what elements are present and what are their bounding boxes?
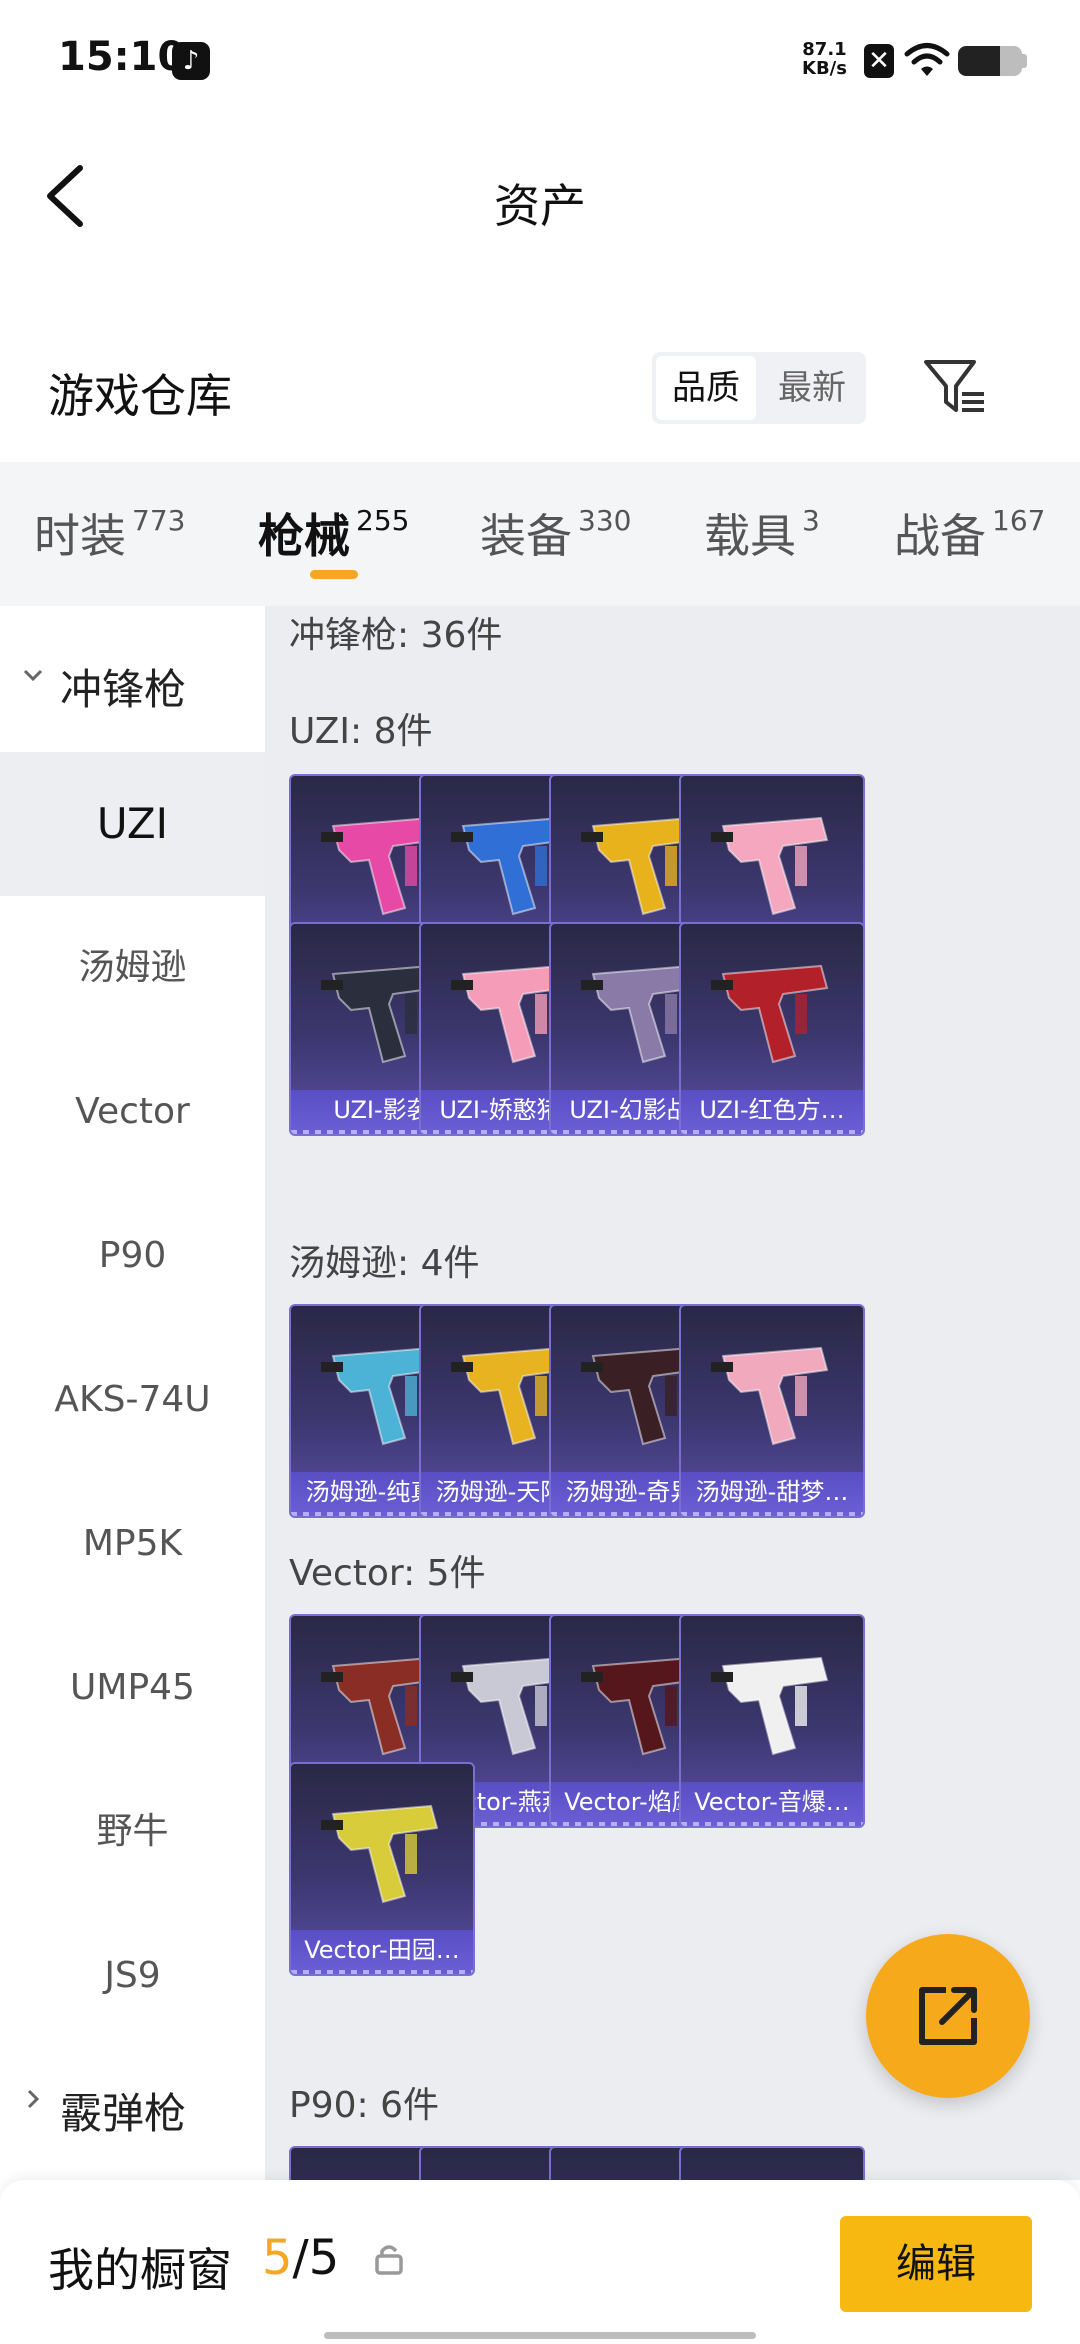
tab-vehicles[interactable]: 载具 3: [704, 500, 820, 566]
weapon-skin-card-thompson[interactable]: 汤姆逊-甜梦…: [679, 1304, 865, 1518]
category-count-header: 冲锋枪: 36件: [289, 615, 503, 656]
gun-skin-image: [711, 964, 829, 1064]
weapon-skin-name: 汤姆逊-甜梦…: [681, 1472, 863, 1516]
weapon-skin-card-p90[interactable]: [679, 2146, 865, 2180]
section-title-vector: Vector: 5件: [289, 1553, 486, 1594]
tab-fashion[interactable]: 时装 773: [34, 500, 185, 566]
weapon-skin-name: Vector-田园…: [291, 1930, 473, 1974]
edit-button[interactable]: 编辑: [840, 2216, 1032, 2312]
category-tabs: 时装 773 枪械 255 装备 330 载具 3 战备 167: [0, 462, 1080, 606]
section-title-p90: P90: 6件: [289, 2085, 439, 2126]
gun-skin-image: [711, 816, 829, 916]
tab-indicator: [310, 570, 358, 579]
chevron-right-icon: [27, 2089, 40, 2109]
sidebar-item-mp5k[interactable]: MP5K: [0, 1472, 265, 1616]
chevron-down-icon: [23, 669, 43, 682]
tab-equipment[interactable]: 装备 330: [480, 500, 631, 566]
sort-toggle: 品质 最新: [652, 352, 866, 424]
sidebar-item-uzi[interactable]: UZI: [0, 752, 265, 896]
lock-icon: [375, 2245, 403, 2275]
battery-icon: [958, 46, 1022, 76]
sidebar-item-thompson[interactable]: 汤姆逊: [0, 896, 265, 1040]
showcase-count: 5/5: [262, 2230, 340, 2286]
gun-skin-image: [711, 1346, 829, 1446]
weapon-skin-card-vector[interactable]: Vector-音爆…: [679, 1614, 865, 1828]
sidebar-item-vector[interactable]: Vector: [0, 1040, 265, 1184]
sort-option-newest[interactable]: 最新: [762, 356, 862, 420]
gun-skin-image: [711, 1656, 829, 1756]
weapon-sidebar: 冲锋枪 UZI 汤姆逊 Vector P90 AKS-74U MP5K UMP4…: [0, 606, 265, 2180]
weapon-skin-name: Vector-音爆…: [681, 1782, 863, 1826]
page-title: 资产: [494, 179, 586, 233]
showcase-title: 我的橱窗: [48, 2243, 232, 2297]
share-fab-button[interactable]: [866, 1934, 1030, 2098]
status-time: 15:10: [58, 34, 186, 80]
sidebar-item-aks74u[interactable]: AKS-74U: [0, 1328, 265, 1472]
gun-skin-image: [321, 1804, 439, 1904]
filter-icon[interactable]: [922, 356, 988, 416]
share-external-icon: [919, 1987, 977, 2045]
section-title-thompson: 汤姆逊: 4件: [289, 1243, 480, 1284]
status-bar: 15:10 ♪ 87.1 KB/s ✕: [0, 0, 1080, 120]
tab-guns[interactable]: 枪械 255: [258, 500, 409, 566]
section-title-uzi: UZI: 8件: [289, 711, 433, 752]
battery-tip: [1022, 54, 1027, 68]
net-speed: 87.1 KB/s: [802, 39, 847, 79]
showcase-bar: 我的橱窗 5/5 编辑: [0, 2180, 1080, 2344]
sidebar-item-p90[interactable]: P90: [0, 1184, 265, 1328]
sort-option-quality[interactable]: 品质: [656, 356, 756, 420]
tiktok-icon: ♪: [172, 42, 210, 80]
weapon-skin-card-uzi[interactable]: UZI-红色方…: [679, 922, 865, 1136]
sidebar-item-ump45[interactable]: UMP45: [0, 1616, 265, 1760]
warehouse-title: 游戏仓库: [48, 369, 232, 423]
sidebar-item-js9[interactable]: JS9: [0, 1904, 265, 2048]
weapon-skin-name: UZI-红色方…: [681, 1090, 863, 1134]
home-indicator: [324, 2332, 756, 2339]
sidebar-item-bizon[interactable]: 野牛: [0, 1760, 265, 1904]
wifi-icon: [904, 43, 950, 76]
no-sim-icon: ✕: [864, 44, 894, 78]
tab-supplies[interactable]: 战备 167: [894, 500, 1045, 566]
sidebar-category-shotgun[interactable]: 霰弹枪: [0, 2060, 265, 2156]
sidebar-category-smg[interactable]: 冲锋枪: [0, 636, 265, 732]
weapon-skin-card-vector[interactable]: Vector-田园…: [289, 1762, 475, 1976]
